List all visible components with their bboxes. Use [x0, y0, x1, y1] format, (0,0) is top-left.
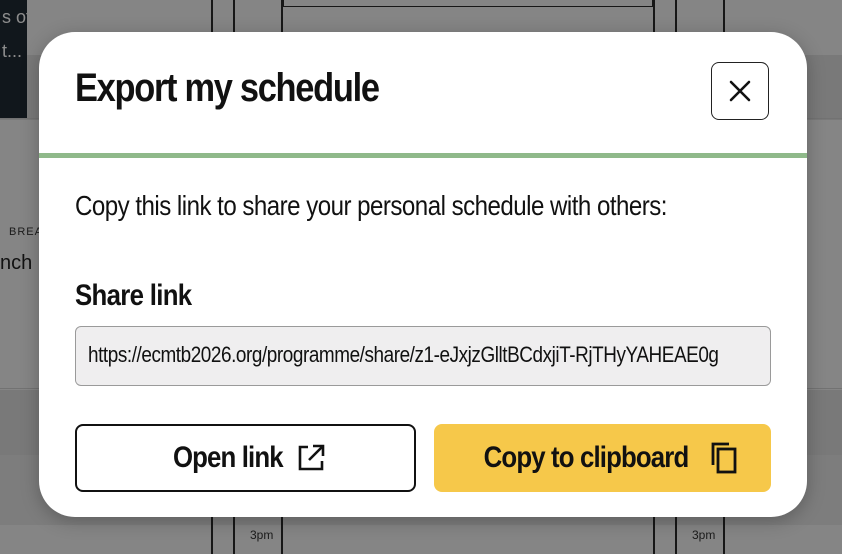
share-link-label: Share link	[75, 279, 192, 312]
dialog-header: Export my schedule	[39, 32, 807, 158]
copy-to-clipboard-button[interactable]: Copy to clipboard	[434, 424, 771, 492]
open-link-label: Open link	[172, 441, 284, 474]
close-icon	[728, 79, 752, 103]
copy-to-clipboard-label: Copy to clipboard	[483, 441, 689, 474]
dialog-description: Copy this link to share your personal sc…	[75, 190, 667, 221]
dialog-title: Export my schedule	[75, 66, 380, 110]
close-button[interactable]	[711, 62, 769, 120]
open-link-button[interactable]: Open link	[75, 424, 416, 492]
external-link-icon	[295, 442, 327, 474]
share-link-field[interactable]	[75, 326, 771, 386]
copy-icon	[709, 441, 739, 475]
export-schedule-dialog: Export my schedule Copy this link to sha…	[39, 32, 807, 517]
